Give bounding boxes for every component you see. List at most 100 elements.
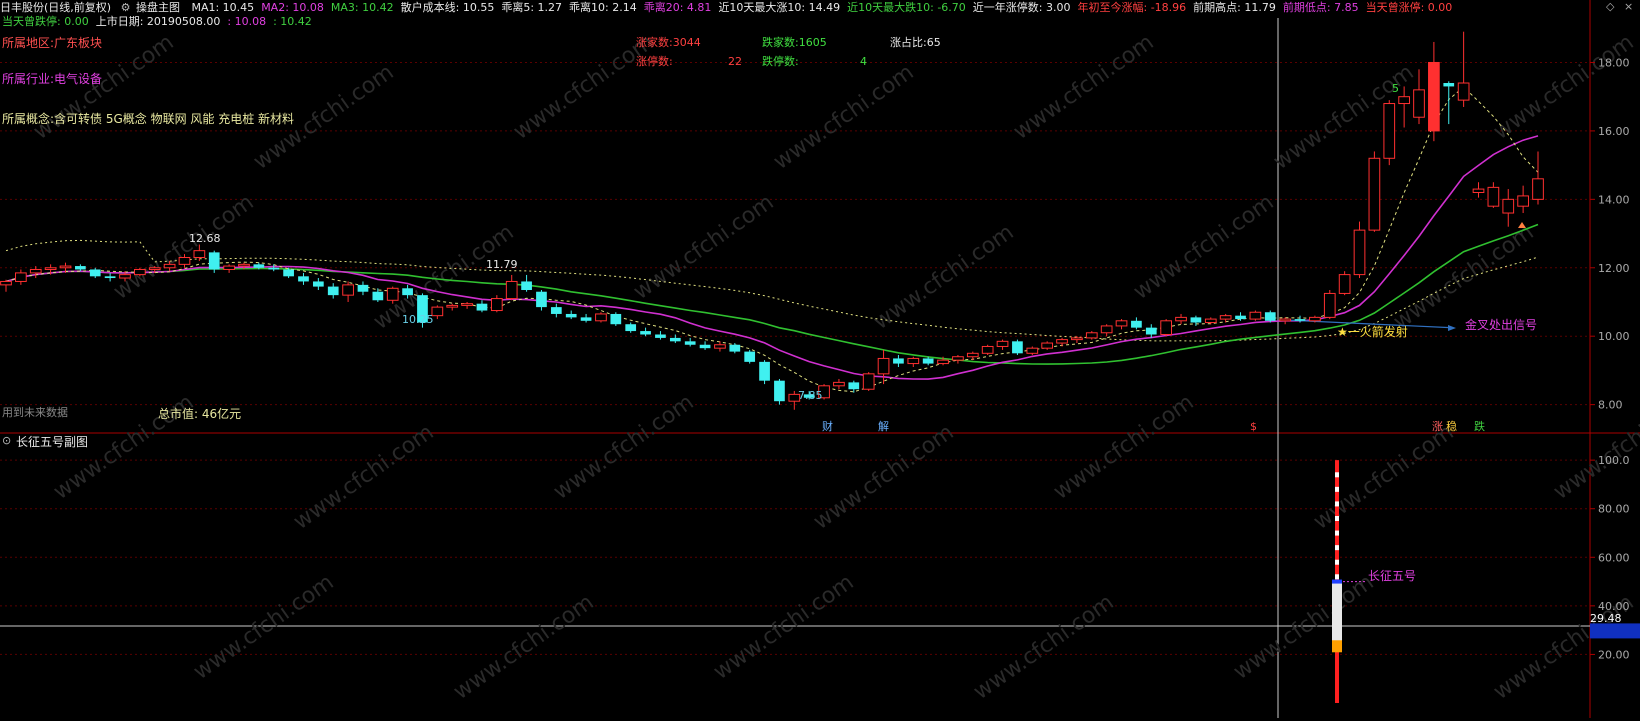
- candle: [1457, 31, 1470, 107]
- sub-tick-label: 60.00: [1598, 551, 1630, 564]
- indicator-value: 当天曾涨停: 0.00: [1365, 1, 1453, 14]
- candle-body: [1353, 229, 1366, 276]
- candle: [1175, 313, 1187, 325]
- candle: [759, 360, 770, 385]
- up-ratio-label: 涨占比:65: [890, 35, 941, 49]
- candle: [744, 349, 756, 364]
- candle-body: [862, 373, 875, 390]
- candle-body: [1219, 315, 1232, 320]
- candle: [699, 341, 711, 350]
- candle-body: [253, 264, 265, 268]
- candle-body: [1457, 82, 1470, 101]
- candle-body: [729, 344, 741, 352]
- candle: [0, 279, 12, 292]
- candle: [15, 269, 27, 285]
- candle-body: [312, 281, 324, 287]
- down-count-label: 跌家数:1605: [762, 35, 827, 49]
- candle: [1279, 317, 1292, 325]
- candle: [1338, 271, 1351, 296]
- candle-body: [907, 357, 920, 365]
- candle: [610, 312, 622, 326]
- candle: [1353, 221, 1366, 279]
- annotation-mid: 11.79: [486, 258, 518, 271]
- candle: [1472, 182, 1485, 198]
- watermark-text: www.cfchi.com: [109, 190, 258, 305]
- indicator-value: 乖离5: 1.27: [501, 1, 563, 14]
- watermark-text: www.cfchi.com: [969, 590, 1118, 705]
- candle-body: [461, 303, 473, 306]
- rocket-stripe: [1335, 545, 1339, 551]
- header-bar-line2: 当天曾跌停: 0.00 上市日期: 20190508.00: 10.08: 10.…: [2, 14, 319, 30]
- candle: [342, 281, 354, 302]
- candle-body: [386, 287, 399, 301]
- candle: [223, 264, 235, 273]
- candle-body: [744, 351, 756, 362]
- candle-body: [1085, 332, 1098, 339]
- kline-chart-canvas[interactable]: www.cfchi.com www.cfchi.com www.cfchi.com w…: [0, 0, 1640, 718]
- indicator-value: 散户成本线: 10.55: [400, 1, 495, 14]
- candle: [446, 303, 459, 311]
- candle-body: [505, 280, 518, 300]
- candle-body: [1071, 337, 1083, 341]
- candle-body: [193, 250, 206, 259]
- candle-body: [1056, 339, 1068, 344]
- candle: [1100, 324, 1113, 337]
- candle: [134, 267, 146, 277]
- candle: [774, 378, 785, 405]
- diamond-icon[interactable]: ◇: [1606, 0, 1614, 13]
- candle: [298, 272, 309, 285]
- rocket-stripe: [1335, 486, 1339, 492]
- watermark-text: www.cfchi.com: [1009, 30, 1158, 145]
- indicator-value: : 10.08: [227, 15, 267, 28]
- price-tick-label: 8.00: [1598, 399, 1623, 412]
- candle-body: [996, 340, 1009, 347]
- projection-arrow: [1448, 324, 1456, 331]
- watermark-text: www.cfchi.com: [1549, 390, 1640, 505]
- settings-gear-icon[interactable]: ⚙: [121, 1, 131, 14]
- candle: [476, 300, 488, 313]
- marker-fall: 跌: [1474, 419, 1485, 433]
- candle: [907, 356, 920, 367]
- price-tick-label: 16.00: [1598, 125, 1630, 138]
- candle-body: [521, 281, 532, 291]
- chart-title[interactable]: 操盘主图: [136, 1, 180, 14]
- sub-tick-label: 100.0: [1598, 454, 1630, 467]
- candle-body: [1383, 103, 1396, 159]
- candle-body: [148, 267, 161, 270]
- indicator-values: MA1: 10.45 MA2: 10.08 MA3: 10.42 散户成本线: 10.…: [191, 1, 1459, 14]
- candle-body: [490, 298, 503, 312]
- close-icon[interactable]: ×: [1624, 0, 1633, 13]
- rocket-stripe: [1335, 530, 1339, 536]
- rocket-stripe: [1335, 472, 1339, 478]
- golden-cross-label: 金叉处出信号: [1465, 317, 1537, 332]
- candle-body: [610, 313, 622, 325]
- candle: [1487, 182, 1500, 208]
- candle-body: [163, 263, 176, 269]
- candle-body: [342, 284, 354, 296]
- stock-name[interactable]: 日丰股份(日线,前复权): [0, 1, 111, 14]
- candle: [952, 355, 964, 364]
- candle-body: [699, 344, 711, 349]
- candle-body: [1235, 315, 1246, 320]
- watermark-text: www.cfchi.com: [809, 420, 958, 535]
- candle-body: [134, 268, 146, 276]
- candle-body: [1041, 342, 1054, 349]
- candle-body: [0, 280, 12, 286]
- sub-chart-collapse-icon[interactable]: ⊙: [2, 434, 11, 447]
- watermark-text: www.cfchi.com: [629, 190, 778, 305]
- marker-finance: 财: [822, 419, 833, 433]
- candle: [862, 372, 875, 391]
- candle-body: [357, 284, 369, 292]
- candle: [1383, 100, 1396, 166]
- cursor-value-box: [1590, 623, 1640, 639]
- candle-body: [446, 304, 459, 308]
- candle: [1160, 319, 1173, 337]
- candle-body: [1279, 318, 1292, 322]
- indicator-value: MA1: 10.45: [191, 1, 255, 14]
- stock-chart-window[interactable]: www.cfchi.com www.cfchi.com www.cfchi.com w…: [0, 0, 1640, 718]
- candle-body: [669, 337, 681, 342]
- candle: [565, 310, 577, 320]
- ma3-line: [5, 223, 1539, 365]
- candle: [1012, 339, 1023, 356]
- indicator-value: 乖离10: 2.14: [569, 1, 637, 14]
